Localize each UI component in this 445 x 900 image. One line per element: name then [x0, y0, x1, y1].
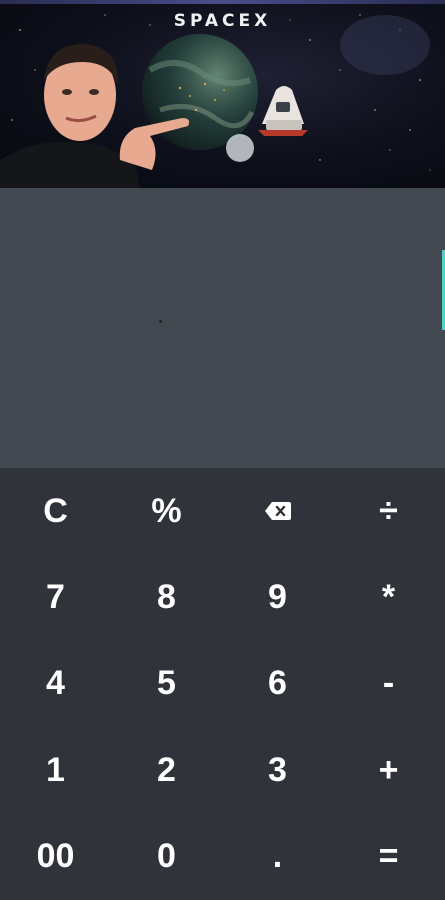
key-label: ÷	[379, 491, 398, 530]
key-label: 1	[46, 750, 65, 789]
digit-1-button[interactable]: 1	[0, 727, 111, 813]
key-label: C	[43, 491, 68, 530]
key-label: *	[381, 577, 396, 616]
keypad-row: 4 5 6 -	[0, 641, 445, 727]
key-label: 00	[36, 837, 75, 876]
digit-3-button[interactable]: 3	[222, 727, 333, 813]
digit-7-button[interactable]: 7	[0, 554, 111, 640]
digit-8-button[interactable]: 8	[111, 554, 222, 640]
digit-9-button[interactable]: 9	[222, 554, 333, 640]
digit-6-button[interactable]: 6	[222, 641, 333, 727]
keypad-row: 00 0. =	[0, 814, 445, 900]
key-label: 9	[268, 577, 287, 616]
key-label: 4	[46, 664, 65, 703]
double-zero-button[interactable]: 00	[0, 814, 111, 900]
decimal-point-button[interactable]: .	[222, 814, 333, 900]
keypad-row: 7 8 9 *	[0, 554, 445, 640]
key-label: .	[272, 837, 283, 876]
backspace-icon	[264, 502, 291, 520]
digit-0-button[interactable]: 0	[111, 814, 222, 900]
key-label: +	[378, 750, 399, 789]
header-banner: SPACEX	[0, 0, 445, 188]
equals-button[interactable]: =	[333, 814, 444, 900]
brand-logo: SPACEX	[173, 11, 272, 31]
key-label: 3	[268, 750, 287, 789]
multiply-button[interactable]: *	[333, 554, 444, 640]
digit-2-button[interactable]: 2	[111, 727, 222, 813]
digit-5-button[interactable]: 5	[111, 641, 222, 727]
keypad-row: 1 2 3 +	[0, 727, 445, 813]
key-label: %	[151, 491, 182, 530]
minus-button[interactable]: -	[333, 641, 444, 727]
key-label: =	[378, 837, 399, 876]
clear-button[interactable]: C	[0, 468, 111, 554]
backspace-button[interactable]	[222, 468, 333, 554]
key-label: 5	[157, 664, 176, 703]
digit-4-button[interactable]: 4	[0, 641, 111, 727]
result-display	[0, 188, 445, 468]
keypad-row: C% ÷	[0, 468, 445, 554]
key-label: 6	[268, 664, 287, 703]
percent-button[interactable]: %	[111, 468, 222, 554]
key-label: 2	[157, 750, 176, 789]
key-label: 7	[46, 577, 65, 616]
keypad: C% ÷ 7 8 9 * 4 5 6-1 2 3 +00 0. =	[0, 468, 445, 900]
plus-button[interactable]: +	[333, 727, 444, 813]
key-label: 0	[157, 837, 176, 876]
display-cursor	[159, 320, 162, 323]
key-label: -	[382, 664, 395, 703]
calculator-app: SPACEX C% ÷ 7 8 9 * 4 5 6-1 2 3 +00 0. =	[0, 0, 445, 900]
divide-button[interactable]: ÷	[333, 468, 444, 554]
key-label: 8	[157, 577, 176, 616]
banner-top-border	[0, 0, 445, 4]
